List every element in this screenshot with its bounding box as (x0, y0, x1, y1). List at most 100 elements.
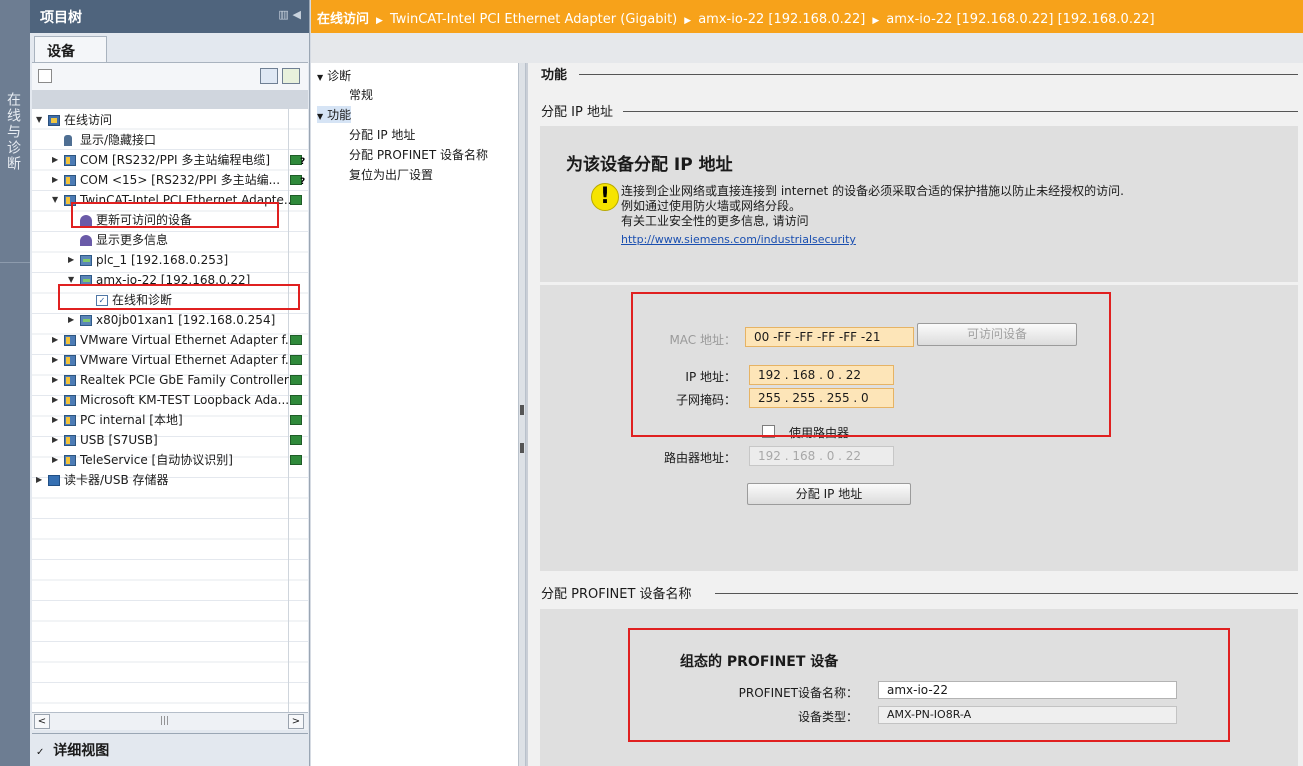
collapse-arrow-icon[interactable]: ▶ (52, 330, 62, 350)
divider (579, 74, 1298, 75)
collapse-arrow-icon[interactable]: ▶ (52, 410, 62, 430)
nav-item[interactable]: 常规 (349, 86, 373, 103)
nav-item-label: 分配 PROFINET 设备名称 (349, 148, 488, 162)
collapse-arrow-icon[interactable]: ▶ (52, 150, 62, 170)
interface-icon (64, 335, 76, 346)
connection-status-icon (290, 355, 302, 365)
interface-icon (64, 455, 76, 466)
breadcrumb-item[interactable]: TwinCAT-Intel PCI Ethernet Adapter (Giga… (390, 12, 677, 27)
project-tree-header: 项目树 ▥ ◀ (30, 0, 309, 33)
detail-view-header[interactable]: ✓ 详细视图 (32, 733, 308, 766)
nav-item-label: 功能 (327, 108, 352, 122)
nav-item-label: 复位为出厂设置 (349, 168, 434, 182)
warning-icon: ! (591, 183, 619, 211)
tree-item[interactable]: 显示更多信息 (32, 230, 308, 250)
collapse-arrow-icon[interactable]: ▶ (52, 430, 62, 450)
tree-item-label: 读卡器/USB 存储器 (64, 473, 169, 487)
tree-item[interactable]: ▶ Realtek PCIe GbE Family Controller (32, 370, 308, 390)
project-tree-panel: 项目树 ▥ ◀ 设备 ▼ 在线访问显示/隐藏接口 ▶ COM [RS232/PPI 多… (30, 0, 310, 766)
section-assign-profinet: 分配 PROFINET 设备名称 (541, 583, 1298, 602)
content-divider (526, 63, 528, 766)
collapse-arrow-icon[interactable]: ▶ (52, 350, 62, 370)
project-tree-toolbar (32, 62, 308, 90)
tree-item[interactable]: ▶ Microsoft KM-TEST Loopback Ada... (32, 390, 308, 410)
export-icon[interactable] (282, 68, 300, 84)
breadcrumb-separator-icon: ▶ (376, 16, 383, 26)
expand-arrow-icon[interactable]: ▼ (317, 112, 323, 121)
warning-text-line: 有关工业安全性的更多信息, 请访问 (621, 214, 809, 228)
nav-item-label: 分配 IP 地址 (349, 128, 416, 142)
interface-icon (64, 175, 76, 186)
tree-item[interactable]: ▼ 在线访问 (32, 110, 308, 130)
tree-item-label: VMware Virtual Ethernet Adapter f... (80, 353, 297, 367)
collapse-arrow-icon[interactable]: ▶ (68, 250, 78, 270)
nav-item[interactable]: ▼ 诊断 (317, 67, 351, 84)
collapse-panel-icon[interactable]: ▥ ◀ (278, 8, 301, 21)
collapse-arrow-icon[interactable]: ▶ (36, 470, 46, 490)
tree-item[interactable]: ▶ VMware Virtual Ethernet Adapter f... (32, 350, 308, 370)
nav-splitter[interactable] (518, 63, 526, 766)
router-address-label: 路由器地址： (663, 451, 736, 465)
scroll-right-button[interactable]: > (288, 714, 304, 729)
expand-arrow-icon[interactable]: ▼ (52, 190, 62, 210)
tab-devices[interactable]: 设备 (34, 36, 107, 63)
industrial-security-link[interactable]: http://www.siemens.com/industrialsecurit… (621, 233, 856, 246)
collapse-arrow-icon[interactable]: ▶ (68, 310, 78, 330)
section-assign-ip: 分配 IP 地址 (541, 101, 1298, 120)
tree-item-label: 显示更多信息 (96, 233, 169, 247)
tree-item-label: 显示/隐藏接口 (80, 133, 157, 147)
expand-arrow-icon[interactable]: ▼ (317, 73, 323, 82)
connection-status-icon (290, 395, 302, 405)
assign-ip-heading: 为该设备分配 IP 地址 (566, 155, 733, 175)
collapse-arrow-icon[interactable]: ▶ (52, 370, 62, 390)
tree-item[interactable]: ▶ TeleService [自动协议识别] (32, 450, 308, 470)
breadcrumb: 在线访问 ▶ TwinCAT-Intel PCI Ethernet Adapter … (311, 0, 1303, 33)
expand-arrow-icon[interactable]: ▼ (36, 110, 46, 130)
nav-item[interactable]: 分配 IP 地址 (349, 126, 415, 143)
left-vertical-strip: 在线与诊断 (0, 0, 30, 766)
tree-item-label: COM [RS232/PPI 多主站编程电缆] (80, 153, 271, 167)
device-icon (80, 255, 92, 266)
divider (623, 111, 1298, 112)
breadcrumb-item[interactable]: 在线访问 (317, 12, 369, 27)
tree-item-label: TeleService [自动协议识别] (80, 453, 233, 467)
collapse-arrow-icon[interactable]: ▶ (52, 450, 62, 470)
nav-item[interactable]: 分配 PROFINET 设备名称 (349, 146, 488, 163)
splitter-grip[interactable] (520, 405, 524, 415)
tree-horizontal-scrollbar[interactable]: < ||| > (32, 712, 308, 730)
splitter-grip[interactable] (520, 443, 524, 453)
breadcrumb-item[interactable]: amx-io-22 [192.168.0.22] [192.168.0.22] (886, 12, 1154, 27)
project-tree-list: ▼ 在线访问显示/隐藏接口 ▶ COM [RS232/PPI 多主站编程电缆] ▶ COM… (32, 109, 308, 712)
highlight-box (71, 202, 279, 228)
tree-item[interactable]: ▶ COM [RS232/PPI 多主站编程电缆] (32, 150, 308, 172)
router-address-field[interactable]: 192 . 168 . 0 . 22 (749, 446, 894, 466)
section-functions-title: 功能 (541, 68, 568, 83)
nav-item[interactable]: 复位为出厂设置 (349, 166, 433, 183)
tree-item-label: plc_1 [192.168.0.253] (96, 253, 229, 267)
tree-item[interactable]: ▶ COM <15> [RS232/PPI 多主站编... (32, 170, 308, 192)
nav-item[interactable]: ▼ 功能 (317, 106, 352, 123)
tree-item[interactable]: ▶ plc_1 [192.168.0.253] (32, 250, 308, 270)
online-diagnostics-vertical-tab[interactable]: 在线与诊断 (5, 92, 23, 172)
interface-icon (64, 375, 76, 386)
tree-item[interactable]: 显示/隐藏接口 (32, 130, 308, 150)
nav-item-label: 常规 (349, 88, 374, 102)
tree-item[interactable]: ▶ PC internal [本地] (32, 410, 308, 430)
tree-item[interactable]: ▶ x80jb01xan1 [192.168.0.254] (32, 310, 308, 330)
tree-item[interactable]: ▶ VMware Virtual Ethernet Adapter f... (32, 330, 308, 350)
collapse-arrow-icon[interactable]: ▶ (52, 390, 62, 410)
connection-status-icon (290, 375, 302, 385)
tree-options-icon[interactable] (38, 69, 52, 83)
breadcrumb-item[interactable]: amx-io-22 [192.168.0.22] (698, 12, 865, 27)
tree-item[interactable]: ▶ 读卡器/USB 存储器 (32, 470, 308, 490)
scroll-left-button[interactable]: < (34, 714, 50, 729)
assign-ip-button[interactable]: 分配 IP 地址 (747, 483, 911, 505)
tree-item[interactable]: ▶ USB [S7USB] (32, 430, 308, 450)
collapse-arrow-icon[interactable]: ▶ (52, 170, 62, 190)
card-reader-icon (48, 475, 60, 486)
breadcrumb-separator-icon: ▶ (872, 16, 880, 26)
tree-column-header (32, 90, 308, 109)
overview-icon[interactable] (260, 68, 278, 84)
scroll-thumb[interactable]: ||| (160, 716, 169, 726)
interface-icon (64, 355, 76, 366)
